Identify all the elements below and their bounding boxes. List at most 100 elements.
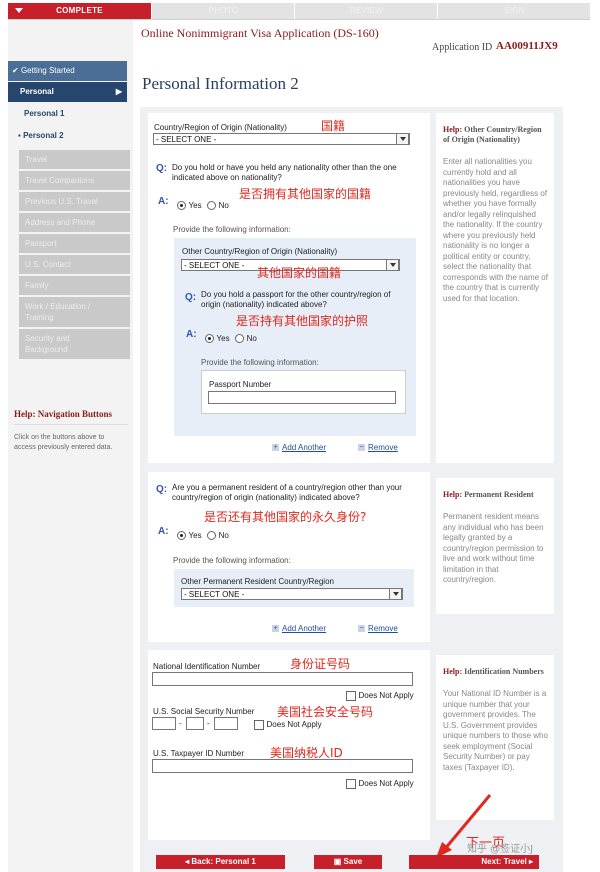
dash: -: [179, 719, 182, 728]
chevron-down-icon[interactable]: [386, 259, 399, 271]
app-id-label: Application ID: [432, 42, 493, 53]
radio-no[interactable]: [207, 201, 217, 211]
help-prefix: Help:: [14, 409, 36, 419]
sidebar-item-label: Security and: [25, 334, 70, 343]
step-label: PHOTO: [208, 6, 239, 15]
national-id-input[interactable]: [152, 672, 413, 686]
sidebar-item-label: Training: [25, 313, 54, 322]
minus-icon: −: [358, 444, 365, 452]
radio-label: Yes: [188, 201, 202, 211]
watermark: 知乎 @签证小J: [467, 844, 534, 855]
sidebar-item-address-phone: Address and Phone: [19, 213, 130, 232]
annotation-nationality: 国籍: [321, 119, 346, 133]
permanent-resident-select[interactable]: - SELECT ONE -: [181, 588, 403, 600]
provide-info-label: Provide the following information:: [173, 556, 291, 565]
chevron-down-icon: [15, 8, 23, 13]
sidebar-item-travel: Travel: [19, 150, 130, 169]
step-label: COMPLETE: [56, 6, 103, 15]
ssn-part-3[interactable]: [214, 717, 238, 730]
add-another-nationality[interactable]: + Add Another: [272, 442, 326, 452]
checkbox-label: Does Not Apply: [358, 691, 414, 701]
next-button[interactable]: Next: Travel ▸: [409, 855, 539, 869]
checkbox[interactable]: [346, 778, 356, 789]
sidebar-item-label: Address and Phone: [25, 218, 96, 227]
help-text: Enter all nationalities you currently ho…: [443, 157, 548, 303]
select-value: - SELECT ONE -: [184, 261, 245, 270]
sidebar-item-label: Passport: [25, 239, 57, 248]
taxpayer-does-not-apply[interactable]: Does Not Apply: [346, 778, 414, 789]
sidebar-item-work-education: Work / Education / Training: [19, 297, 130, 327]
remove-residence[interactable]: − Remove: [358, 623, 398, 633]
help-text: Permanent resident means any individual …: [443, 512, 544, 584]
step-label: REVIEW: [349, 6, 384, 15]
other-passport-answer: Yes No: [205, 333, 257, 344]
chevron-down-icon[interactable]: [396, 133, 409, 145]
radio-yes[interactable]: [177, 201, 186, 211]
permanent-resident-country-label: Other Permanent Resident Country/Region: [181, 577, 334, 586]
help-title-text: Identification Numbers: [464, 667, 544, 676]
sidebar-item-previous-travel: Previous U.S. Travel: [19, 192, 130, 211]
save-button[interactable]: ▣ Save: [314, 855, 382, 869]
sidebar-item-personal-1[interactable]: Personal 1: [8, 104, 127, 124]
permanent-resident-answer: Yes No: [177, 530, 229, 541]
step-complete: COMPLETE: [8, 3, 151, 19]
sidebar-item-personal[interactable]: Personal ▶: [8, 82, 127, 102]
nationality-label: Country/Region of Origin (Nationality): [154, 123, 287, 132]
select-value: - SELECT ONE -: [184, 590, 245, 599]
radio-no[interactable]: [235, 334, 245, 344]
ssn-does-not-apply[interactable]: Does Not Apply: [254, 719, 322, 730]
radio-label: Yes: [188, 531, 202, 541]
national-id-label: National Identification Number: [153, 662, 261, 671]
checkbox[interactable]: [346, 690, 356, 701]
ssn-part-2[interactable]: [186, 717, 204, 730]
radio-yes[interactable]: [177, 531, 186, 541]
nationality-select[interactable]: - SELECT ONE -: [153, 133, 410, 145]
checkbox[interactable]: [254, 719, 264, 730]
radio-label: No: [218, 201, 229, 211]
radio-yes[interactable]: [205, 334, 214, 344]
checkbox-label: Does Not Apply: [358, 779, 414, 789]
sidebar-item-label: Personal 2: [23, 131, 64, 140]
help-title: Help: Identification Numbers: [443, 667, 548, 677]
q-icon: Q:: [156, 163, 168, 174]
radio-no[interactable]: [207, 531, 217, 541]
passport-number-input[interactable]: [208, 391, 396, 404]
back-button[interactable]: ◂ Back: Personal 1: [156, 855, 285, 869]
sidebar-item-passport: Passport: [19, 234, 130, 253]
plus-icon: +: [272, 444, 279, 452]
radio-label: Yes: [216, 334, 230, 344]
radio-label: No: [246, 334, 257, 344]
button-label: Next: Travel: [481, 857, 527, 866]
sidebar-item-label: Personal 1: [24, 109, 65, 118]
help-prefix: Help:: [443, 125, 463, 134]
other-nationality-answer: Yes No: [177, 200, 229, 211]
plus-icon: +: [272, 625, 279, 633]
sidebar-item-label: Work / Education /: [25, 302, 91, 311]
sidebar-item-security: Security and Background: [19, 329, 130, 359]
minus-icon: −: [358, 625, 365, 633]
annotation-ssn: 美国社会安全号码: [277, 705, 374, 719]
progress-bar: COMPLETE PHOTO REVIEW SIGN: [8, 3, 590, 20]
help-title-text: Permanent Resident: [464, 490, 534, 499]
sidebar-item-us-contact: U.S. Contact: [19, 255, 130, 274]
remove-nationality[interactable]: − Remove: [358, 442, 398, 452]
sidebar-item-label: Travel Companions: [25, 176, 95, 185]
sidebar-item-getting-started[interactable]: ✔ Getting Started: [8, 61, 127, 81]
help-title: Help: Permanent Resident: [443, 490, 548, 500]
remove-link[interactable]: Remove: [368, 624, 398, 633]
remove-link[interactable]: Remove: [368, 443, 398, 452]
annotation-national-id: 身份证号码: [290, 657, 351, 671]
sidebar-item-travel-companions: Travel Companions: [19, 171, 130, 190]
sidebar-item-personal-2[interactable]: ▪ Personal 2: [8, 126, 127, 146]
add-another-residence[interactable]: + Add Another: [272, 623, 326, 633]
taxpayer-id-input[interactable]: [152, 759, 413, 773]
add-another-link[interactable]: Add Another: [282, 443, 326, 452]
provide-info-label: Provide the following information:: [201, 358, 319, 367]
step-review: REVIEW: [294, 3, 438, 19]
national-id-does-not-apply[interactable]: Does Not Apply: [346, 690, 414, 701]
sidebar-item-label: Background: [25, 345, 68, 354]
chevron-down-icon[interactable]: [389, 588, 402, 600]
add-another-link[interactable]: Add Another: [282, 624, 326, 633]
help-prefix: Help:: [443, 667, 463, 676]
ssn-part-1[interactable]: [152, 717, 176, 730]
